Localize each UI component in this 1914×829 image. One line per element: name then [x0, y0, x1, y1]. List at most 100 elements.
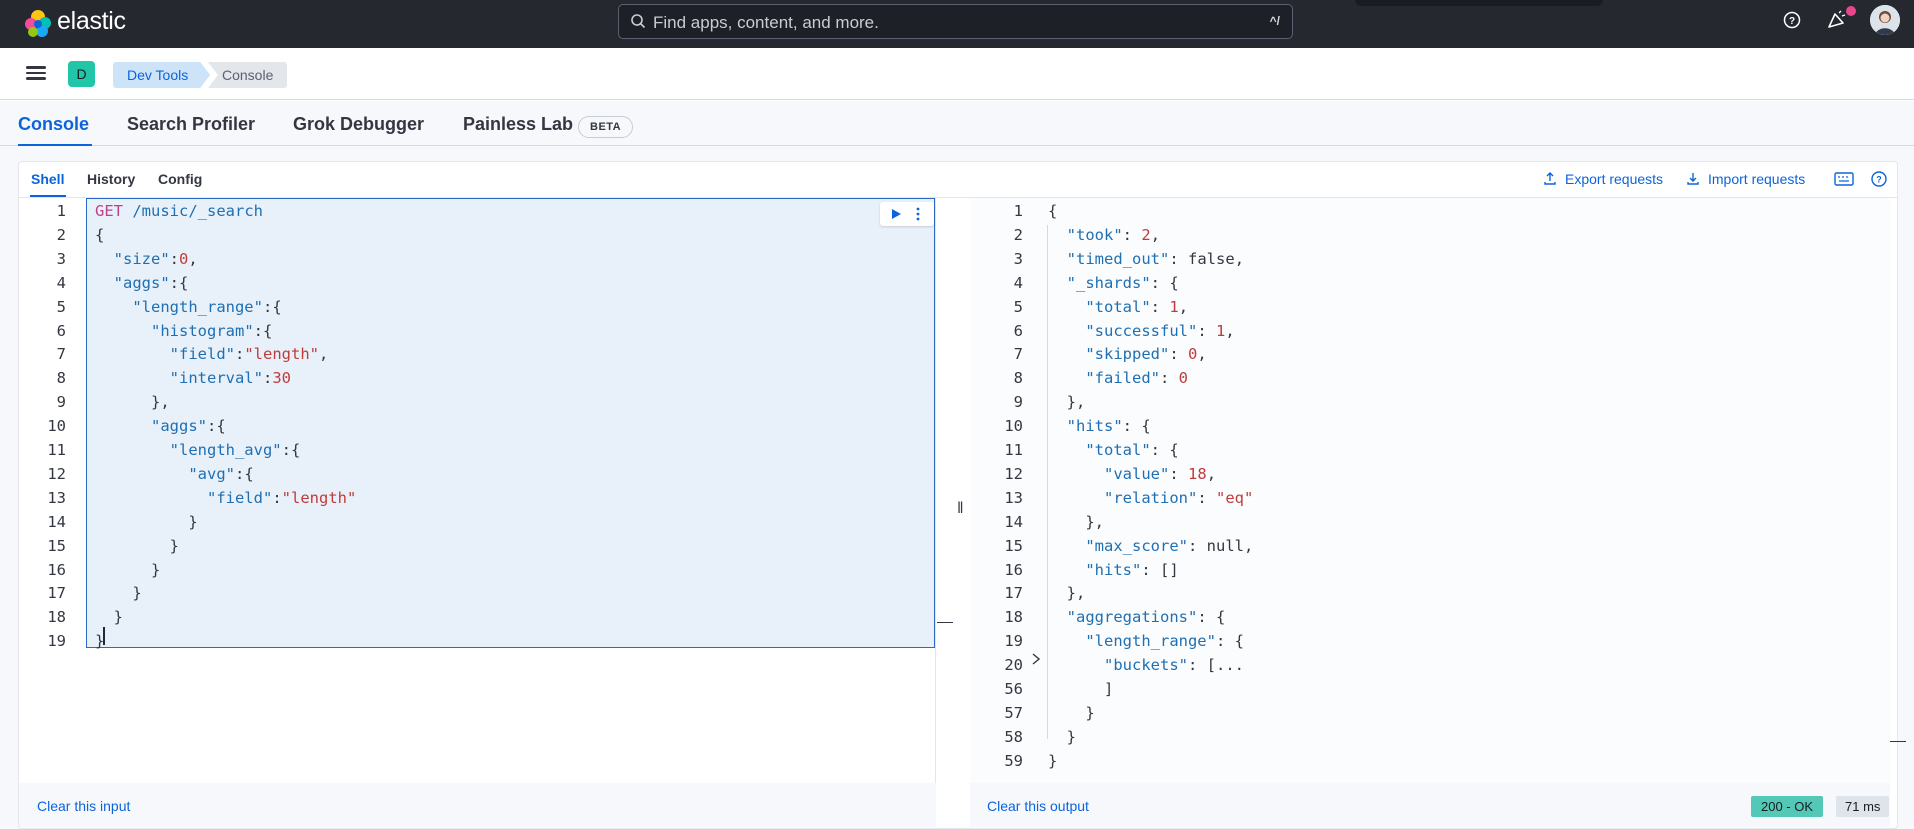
clear-input-button[interactable]: Clear this input	[37, 798, 130, 814]
http-method: GET	[95, 202, 123, 220]
more-actions-icon[interactable]	[915, 207, 921, 221]
json-punct	[95, 322, 151, 340]
json-punct	[1048, 322, 1085, 340]
global-search-input[interactable]: Find apps, content, and more. ^/	[618, 4, 1293, 39]
play-icon[interactable]	[890, 208, 902, 220]
json-punct: ,	[1178, 297, 1189, 316]
line-number: 10	[1004, 417, 1023, 436]
elastic-logo-icon[interactable]	[22, 8, 54, 40]
json-punct: :	[169, 249, 180, 268]
json-punct	[95, 465, 188, 483]
tab-grok-debugger[interactable]: Grok Debugger	[293, 114, 424, 135]
code-line: "hits": {	[1048, 417, 1151, 435]
json-punct: :	[272, 488, 282, 507]
json-key: "hits"	[1085, 560, 1142, 579]
code-line: "size":0,	[95, 250, 198, 268]
code-line: "interval":30	[95, 369, 291, 387]
panel-resizer-handle[interactable]: ‖	[957, 500, 964, 518]
json-number: 0	[1188, 345, 1198, 364]
json-literal: false	[1188, 249, 1235, 268]
code-line: "timed_out": false,	[1048, 250, 1244, 268]
json-punct: [...	[1197, 656, 1245, 675]
line-number: 9	[56, 393, 66, 412]
help-icon[interactable]: ?	[1782, 10, 1802, 30]
code-line: "length_avg":{	[95, 441, 301, 459]
tab-search-profiler[interactable]: Search Profiler	[127, 114, 255, 135]
avatar-icon	[1870, 5, 1900, 35]
line-number: 7	[56, 345, 66, 364]
export-requests-button[interactable]: Export requests	[1565, 171, 1663, 187]
json-punct	[1048, 369, 1085, 387]
code-line: },	[1048, 393, 1086, 411]
json-punct: {	[95, 225, 105, 244]
line-number: 8	[1013, 369, 1023, 388]
json-punct	[1048, 632, 1085, 650]
json-punct: :	[1215, 632, 1226, 651]
json-key: "field"	[169, 345, 235, 364]
line-number: 14	[1004, 512, 1023, 531]
console-help-icon[interactable]: ?	[1870, 170, 1888, 188]
json-punct: ]	[1048, 680, 1114, 698]
json-punct: :	[1169, 464, 1179, 483]
json-punct: },	[1048, 584, 1086, 603]
json-punct: ,	[1234, 249, 1245, 268]
subtab-shell[interactable]: Shell	[31, 171, 64, 187]
json-punct	[95, 369, 170, 387]
code-line: },	[95, 393, 170, 411]
json-punct: :	[1187, 536, 1198, 555]
line-number: 11	[47, 441, 66, 459]
json-punct: }	[1048, 727, 1076, 746]
json-punct: {	[216, 417, 226, 436]
json-punct: {	[263, 321, 273, 340]
code-line: }	[95, 513, 197, 531]
json-punct: :	[262, 297, 273, 316]
json-punct: {	[272, 297, 282, 316]
tab-console[interactable]: Console	[18, 114, 89, 135]
newsfeed-icon[interactable]	[1826, 9, 1848, 31]
json-punct: {	[1048, 202, 1058, 220]
menu-toggle-button[interactable]	[24, 63, 48, 83]
subtab-history[interactable]: History	[87, 171, 135, 187]
line-number: 16	[47, 560, 66, 579]
json-punct: :	[1141, 560, 1151, 579]
json-punct	[1048, 561, 1085, 579]
json-punct	[1048, 417, 1067, 435]
code-line: "aggs":{	[95, 417, 226, 435]
json-punct: },	[95, 393, 170, 412]
code-line: GET /music/_search	[95, 202, 263, 220]
line-number: 17	[47, 584, 66, 603]
line-number: 3	[1013, 249, 1023, 268]
line-number: 7	[1013, 345, 1023, 364]
json-number: 1	[1216, 321, 1226, 340]
code-line: "successful": 1,	[1048, 321, 1234, 340]
json-punct: {	[1225, 632, 1244, 651]
svg-text:?: ?	[1789, 16, 1795, 27]
json-punct: }	[1048, 703, 1095, 722]
space-avatar[interactable]: D	[68, 61, 95, 87]
chevron-right-icon[interactable]	[1030, 652, 1042, 666]
json-punct	[1048, 274, 1067, 292]
json-key: "aggs"	[113, 273, 170, 292]
json-punct: :	[281, 441, 291, 459]
tab-painless-lab[interactable]: Painless Lab	[463, 114, 573, 135]
breadcrumb-dev-tools[interactable]: Dev Tools	[113, 62, 210, 88]
brand-name[interactable]: elastic	[57, 7, 126, 36]
subtab-config[interactable]: Config	[158, 171, 202, 187]
line-number: 8	[56, 369, 66, 388]
json-punct	[95, 250, 114, 268]
code-line: "value": 18,	[1048, 465, 1216, 483]
keyboard-shortcuts-icon[interactable]	[1834, 172, 1854, 186]
import-requests-button[interactable]: Import requests	[1708, 171, 1805, 187]
line-number: 5	[1013, 297, 1023, 316]
line-number: 18	[1004, 608, 1023, 627]
line-number: 19	[47, 632, 66, 651]
json-punct: :	[1122, 225, 1133, 244]
active-subtab-indicator	[30, 195, 66, 197]
json-key: "successful"	[1085, 321, 1198, 340]
code-line: },	[1048, 513, 1104, 531]
clear-output-button[interactable]: Clear this output	[987, 798, 1089, 814]
line-number: 13	[47, 488, 66, 507]
user-avatar[interactable]	[1870, 5, 1900, 35]
json-key: "avg"	[188, 464, 235, 483]
json-punct: :	[1197, 608, 1207, 627]
